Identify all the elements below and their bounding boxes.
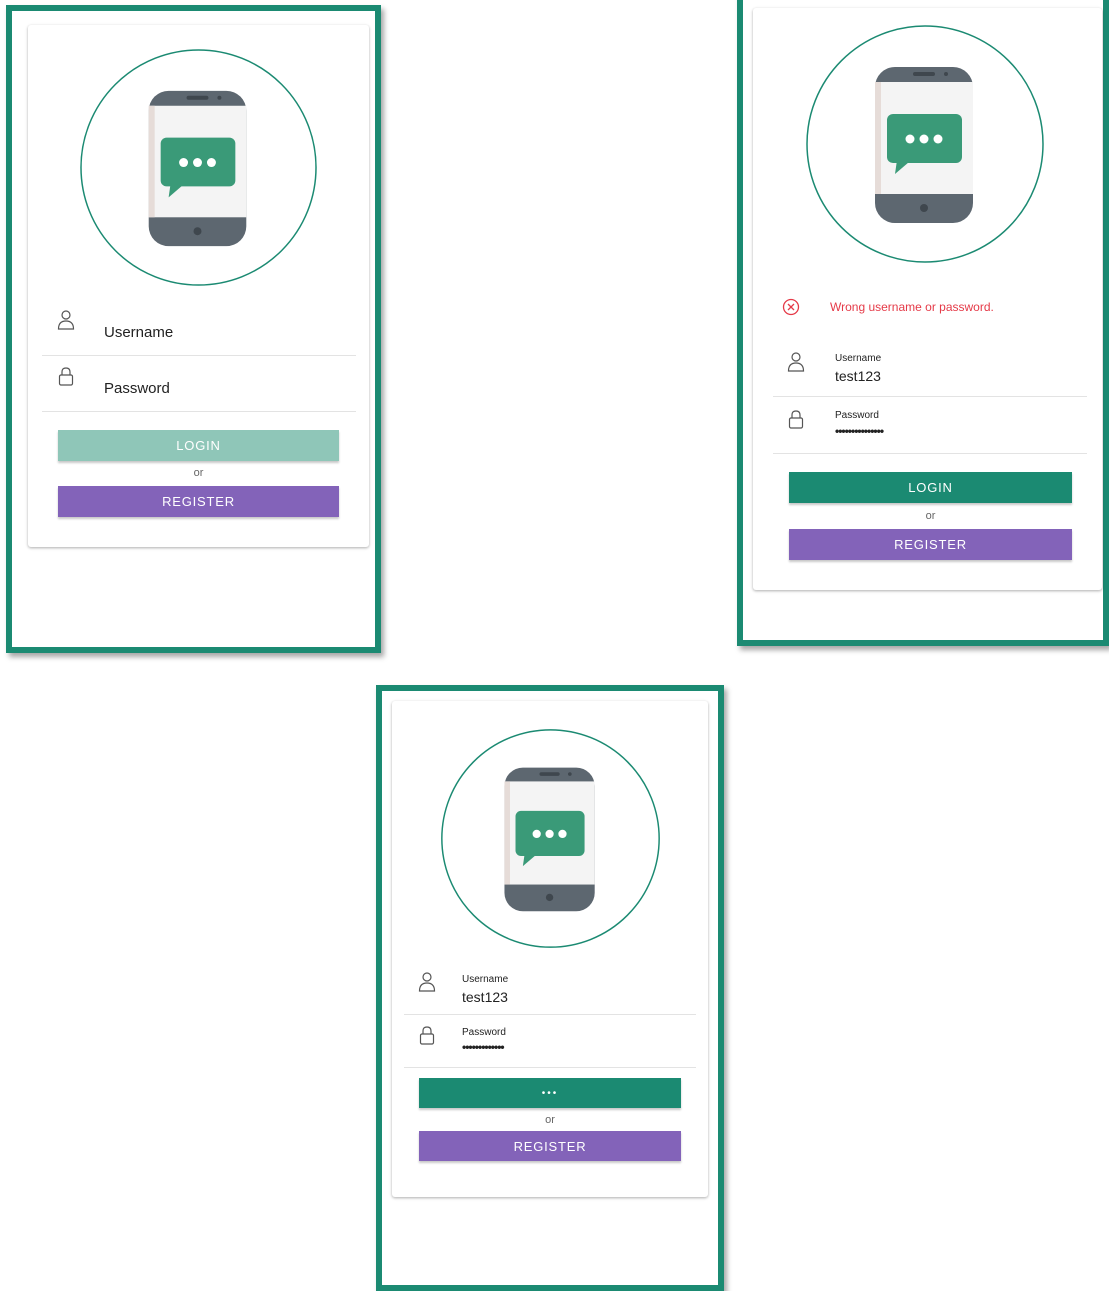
screen-loading: Username test123 Password ••••••••••••• … xyxy=(376,685,724,1291)
password-value: ••••••••••••• xyxy=(462,1040,505,1054)
error-text: Wrong username or password. xyxy=(830,300,994,314)
username-row[interactable]: Username test123 xyxy=(773,340,1087,397)
screen-empty: Username Password LOGIN or REGISTER xyxy=(6,5,381,653)
username-row[interactable]: Username test123 xyxy=(404,962,696,1015)
or-text: or xyxy=(545,1114,555,1126)
user-icon xyxy=(57,310,75,330)
password-row[interactable]: Password ••••••••••••••• xyxy=(773,397,1087,454)
or-text: or xyxy=(193,467,204,479)
register-button[interactable]: REGISTER xyxy=(789,529,1072,560)
password-underline xyxy=(773,453,1087,454)
password-row[interactable]: Password ••••••••••••• xyxy=(404,1015,696,1068)
login-button[interactable]: LOGIN xyxy=(58,430,339,461)
chat-phone-icon xyxy=(80,49,317,286)
login-button[interactable]: LOGIN xyxy=(789,472,1072,503)
login-button-loading[interactable]: ••• xyxy=(419,1078,681,1108)
lock-icon xyxy=(419,1026,435,1045)
register-button[interactable]: REGISTER xyxy=(419,1131,681,1161)
lock-icon xyxy=(58,367,74,386)
login-card: Wrong username or password. Username tes… xyxy=(753,8,1102,590)
password-label: Password xyxy=(104,380,170,397)
lock-icon xyxy=(788,410,804,429)
username-value: test123 xyxy=(462,989,508,1005)
password-underline xyxy=(404,1067,696,1068)
password-underline xyxy=(42,411,356,412)
login-card: Username test123 Password ••••••••••••• … xyxy=(392,701,708,1197)
username-label: Username xyxy=(462,974,509,985)
chat-phone-icon xyxy=(441,729,660,948)
password-label: Password xyxy=(462,1027,506,1038)
screen-error: Wrong username or password. Username tes… xyxy=(737,0,1109,646)
username-label: Username xyxy=(835,353,882,364)
error-circle-icon xyxy=(782,298,800,316)
or-text: or xyxy=(925,510,936,522)
register-button[interactable]: REGISTER xyxy=(58,486,339,517)
user-icon xyxy=(418,972,436,992)
username-row[interactable]: Username xyxy=(42,300,356,356)
chat-phone-icon xyxy=(806,25,1044,263)
error-message: Wrong username or password. xyxy=(782,298,994,316)
username-value: test123 xyxy=(835,368,881,384)
password-row[interactable]: Password xyxy=(42,356,356,412)
login-card: Username Password LOGIN or REGISTER xyxy=(28,25,369,547)
password-value: ••••••••••••••• xyxy=(835,424,884,438)
password-label: Password xyxy=(835,410,879,421)
user-icon xyxy=(787,352,805,372)
username-label: Username xyxy=(104,324,174,341)
